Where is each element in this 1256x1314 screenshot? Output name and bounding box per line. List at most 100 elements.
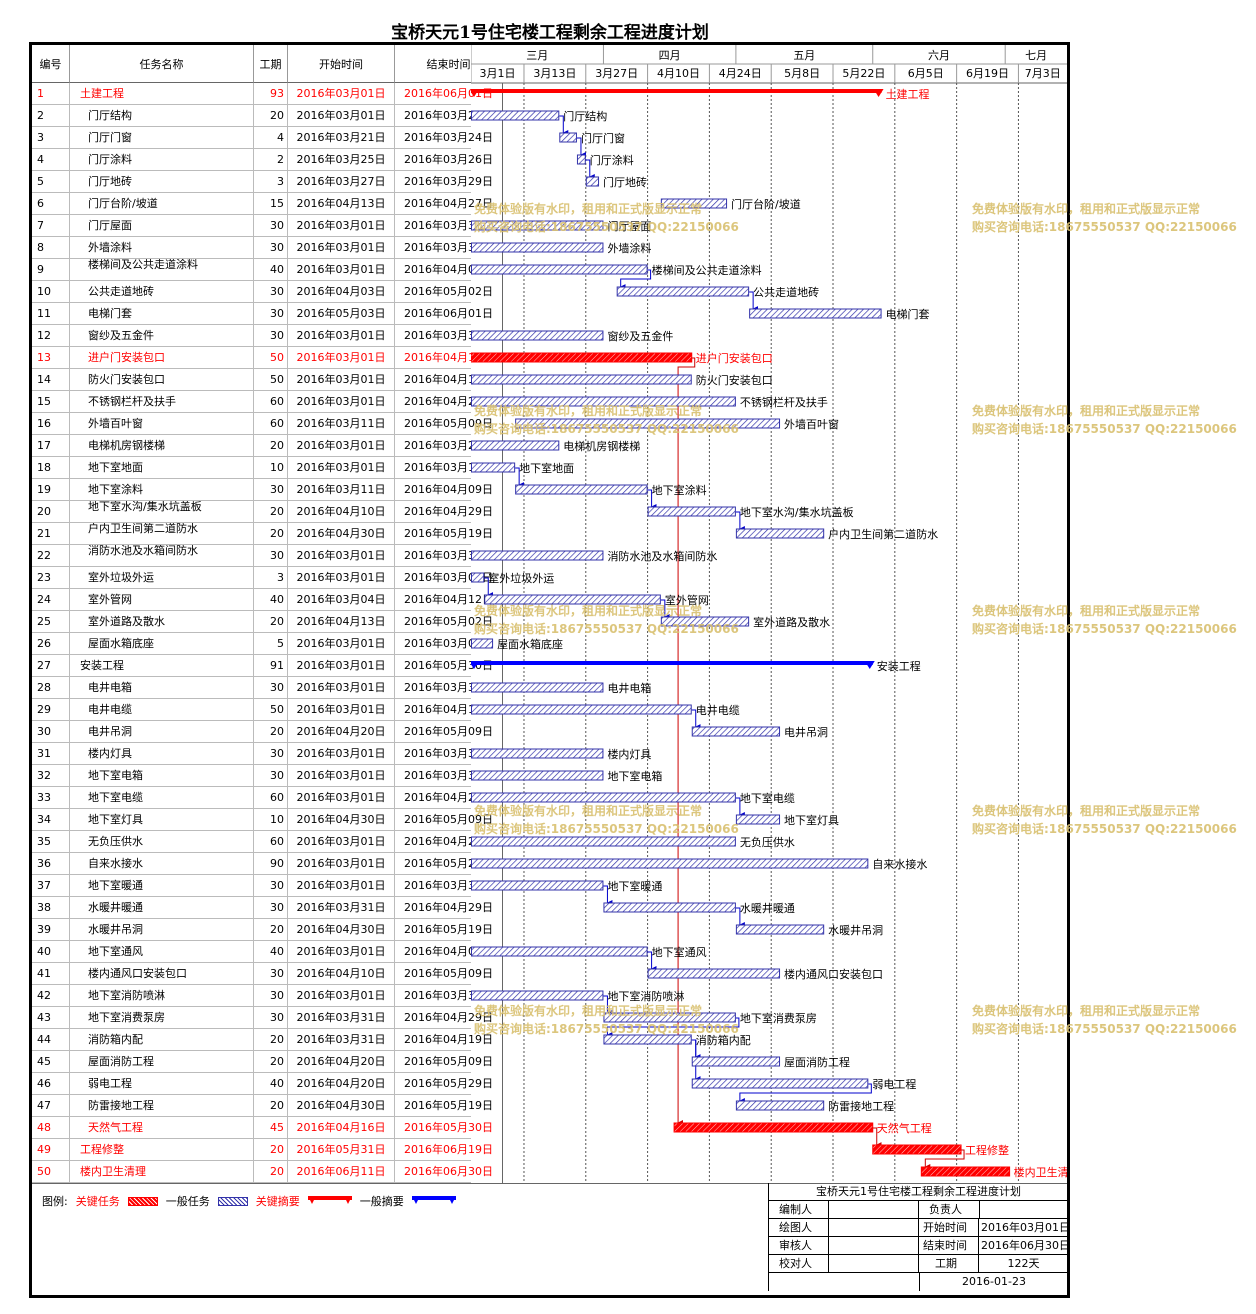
task-bar[interactable] bbox=[559, 132, 577, 143]
task-row[interactable]: 11 电梯门套 30 2016年05月03日 2016年06月01日 bbox=[32, 303, 503, 325]
task-start[interactable]: 2016年03月01日 bbox=[288, 699, 395, 721]
task-bar[interactable] bbox=[471, 770, 604, 781]
task-row[interactable]: 17 电梯机房钢楼梯 20 2016年03月01日 2016年03月20日 bbox=[32, 435, 503, 457]
task-name[interactable]: 地下室灯具 bbox=[70, 809, 254, 831]
task-row[interactable]: 6 门厅台阶/坡道 15 2016年04月13日 2016年04月27日 bbox=[32, 193, 503, 215]
task-duration[interactable]: 50 bbox=[254, 369, 288, 391]
task-duration[interactable]: 10 bbox=[254, 457, 288, 479]
task-name[interactable]: 地下室电缆 bbox=[70, 787, 254, 809]
task-row[interactable]: 34 地下室灯具 10 2016年04月30日 2016年05月09日 bbox=[32, 809, 503, 831]
task-name[interactable]: 室外道路及散水 bbox=[70, 611, 254, 633]
task-bar[interactable] bbox=[471, 792, 736, 803]
task-bar[interactable] bbox=[735, 1100, 825, 1111]
task-bar[interactable] bbox=[735, 924, 825, 935]
task-start[interactable]: 2016年04月10日 bbox=[288, 963, 395, 985]
task-duration[interactable]: 3 bbox=[254, 171, 288, 193]
task-name[interactable]: 电井电箱 bbox=[70, 677, 254, 699]
summary-bar[interactable] bbox=[471, 661, 873, 665]
task-row[interactable]: 45 屋面消防工程 20 2016年04月20日 2016年05月09日 bbox=[32, 1051, 503, 1073]
task-start[interactable]: 2016年03月01日 bbox=[288, 237, 395, 259]
task-duration[interactable]: 20 bbox=[254, 523, 288, 545]
task-row[interactable]: 47 防雷接地工程 20 2016年04月30日 2016年05月19日 bbox=[32, 1095, 503, 1117]
task-duration[interactable]: 3 bbox=[254, 567, 288, 589]
task-duration[interactable]: 20 bbox=[254, 435, 288, 457]
task-duration[interactable]: 30 bbox=[254, 281, 288, 303]
task-name[interactable]: 防雷接地工程 bbox=[70, 1095, 254, 1117]
task-bar[interactable] bbox=[691, 1056, 781, 1067]
task-bar[interactable] bbox=[749, 308, 882, 319]
task-name[interactable]: 门厅屋面 bbox=[70, 215, 254, 237]
task-bar[interactable] bbox=[471, 264, 648, 275]
task-name[interactable]: 门厅门窗 bbox=[70, 127, 254, 149]
task-start[interactable]: 2016年03月01日 bbox=[288, 655, 395, 677]
task-duration[interactable]: 20 bbox=[254, 1139, 288, 1161]
task-row[interactable]: 1 土建工程 93 2016年03月01日 2016年06月01日 bbox=[32, 83, 503, 105]
task-duration[interactable]: 20 bbox=[254, 1161, 288, 1183]
task-name[interactable]: 不锈钢栏杆及扶手 bbox=[70, 391, 254, 413]
task-duration[interactable]: 20 bbox=[254, 105, 288, 127]
task-start[interactable]: 2016年04月20日 bbox=[288, 1051, 395, 1073]
task-row[interactable]: 48 天然气工程 45 2016年04月16日 2016年05月30日 bbox=[32, 1117, 503, 1139]
task-start[interactable]: 2016年03月01日 bbox=[288, 831, 395, 853]
task-start[interactable]: 2016年04月30日 bbox=[288, 1095, 395, 1117]
task-start[interactable]: 2016年03月01日 bbox=[288, 347, 395, 369]
task-start[interactable]: 2016年03月01日 bbox=[288, 875, 395, 897]
drafter-value[interactable] bbox=[829, 1219, 919, 1237]
task-name[interactable]: 防火门安装包口 bbox=[70, 369, 254, 391]
task-duration[interactable]: 30 bbox=[254, 215, 288, 237]
task-duration[interactable]: 20 bbox=[254, 919, 288, 941]
task-row[interactable]: 10 公共走道地砖 30 2016年04月03日 2016年05月02日 bbox=[32, 281, 503, 303]
task-row[interactable]: 40 地下室通风 40 2016年03月01日 2016年04月09日 bbox=[32, 941, 503, 963]
compiler-value[interactable] bbox=[829, 1201, 919, 1219]
task-duration[interactable]: 45 bbox=[254, 1117, 288, 1139]
task-bar[interactable] bbox=[471, 748, 604, 759]
task-row[interactable]: 42 地下室消防喷淋 30 2016年03月01日 2016年03月30日 bbox=[32, 985, 503, 1007]
task-start[interactable]: 2016年03月25日 bbox=[288, 149, 395, 171]
task-bar[interactable] bbox=[735, 528, 825, 539]
col-header-id[interactable]: 编号 bbox=[32, 45, 70, 83]
key-task-bar[interactable] bbox=[872, 1144, 962, 1155]
task-name[interactable]: 电梯机房钢楼梯 bbox=[70, 435, 254, 457]
task-duration[interactable]: 5 bbox=[254, 633, 288, 655]
task-name[interactable]: 公共走道地砖 bbox=[70, 281, 254, 303]
task-name[interactable]: 进户门安装包口 bbox=[70, 347, 254, 369]
task-start[interactable]: 2016年03月01日 bbox=[288, 941, 395, 963]
task-row[interactable]: 29 电井电缆 50 2016年03月01日 2016年04月19日 bbox=[32, 699, 503, 721]
task-duration[interactable]: 30 bbox=[254, 545, 288, 567]
task-name[interactable]: 室外垃圾外运 bbox=[70, 567, 254, 589]
task-start[interactable]: 2016年03月11日 bbox=[288, 413, 395, 435]
task-name[interactable]: 户内卫生间第二道防水 bbox=[70, 523, 254, 545]
task-duration[interactable]: 30 bbox=[254, 765, 288, 787]
task-name[interactable]: 楼内卫生清理 bbox=[70, 1161, 254, 1183]
task-start[interactable]: 2016年06月11日 bbox=[288, 1161, 395, 1183]
task-row[interactable]: 16 外墙百叶窗 60 2016年03月11日 2016年05月09日 bbox=[32, 413, 503, 435]
task-row[interactable]: 37 地下室暖通 30 2016年03月01日 2016年03月30日 bbox=[32, 875, 503, 897]
task-name[interactable]: 电井吊洞 bbox=[70, 721, 254, 743]
task-row[interactable]: 25 室外道路及散水 20 2016年04月13日 2016年05月02日 bbox=[32, 611, 503, 633]
task-duration[interactable]: 30 bbox=[254, 897, 288, 919]
task-name[interactable]: 门厅地砖 bbox=[70, 171, 254, 193]
task-name[interactable]: 工程修整 bbox=[70, 1139, 254, 1161]
task-name[interactable]: 自来水接水 bbox=[70, 853, 254, 875]
task-row[interactable]: 39 水暖井吊洞 20 2016年04月30日 2016年05月19日 bbox=[32, 919, 503, 941]
task-start[interactable]: 2016年04月16日 bbox=[288, 1117, 395, 1139]
task-row[interactable]: 23 室外垃圾外运 3 2016年03月01日 2016年03月03日 bbox=[32, 567, 503, 589]
task-name[interactable]: 水暖井暖通 bbox=[70, 897, 254, 919]
task-start[interactable]: 2016年03月01日 bbox=[288, 985, 395, 1007]
task-name[interactable]: 外墙百叶窗 bbox=[70, 413, 254, 435]
task-start[interactable]: 2016年03月01日 bbox=[288, 83, 395, 105]
task-bar[interactable] bbox=[647, 968, 781, 979]
task-name[interactable]: 门厅结构 bbox=[70, 105, 254, 127]
task-bar[interactable] bbox=[515, 484, 648, 495]
task-duration[interactable]: 30 bbox=[254, 325, 288, 347]
task-start[interactable]: 2016年03月01日 bbox=[288, 545, 395, 567]
task-name[interactable]: 地下室地面 bbox=[70, 457, 254, 479]
task-name[interactable]: 无负压供水 bbox=[70, 831, 254, 853]
task-start[interactable]: 2016年03月01日 bbox=[288, 457, 395, 479]
task-bar[interactable] bbox=[471, 946, 648, 957]
task-duration[interactable]: 40 bbox=[254, 941, 288, 963]
task-start[interactable]: 2016年04月30日 bbox=[288, 919, 395, 941]
task-bar[interactable] bbox=[691, 726, 781, 737]
task-bar[interactable] bbox=[585, 176, 600, 187]
task-duration[interactable]: 40 bbox=[254, 1073, 288, 1095]
